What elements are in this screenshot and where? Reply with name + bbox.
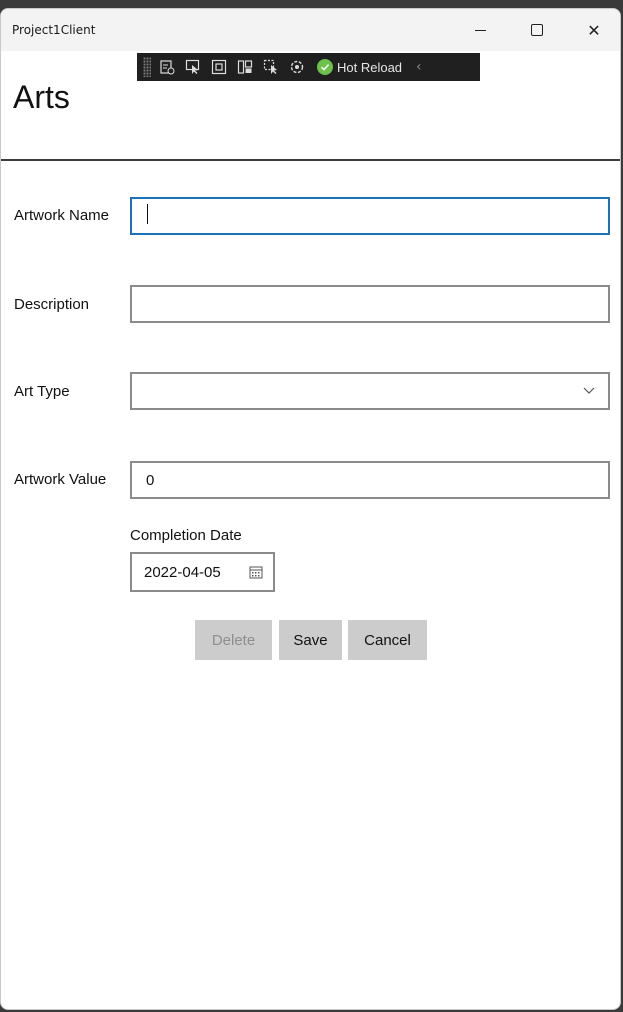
- completion-date-value: 2022-04-05: [144, 563, 221, 581]
- maximize-button[interactable]: [514, 9, 560, 51]
- text-caret: [147, 204, 148, 224]
- collapse-chevron-icon[interactable]: ‹: [416, 59, 422, 75]
- art-type-label: Art Type: [14, 383, 70, 400]
- completion-date-picker[interactable]: 2022-04-05: [130, 552, 275, 592]
- minimize-button[interactable]: [457, 9, 503, 51]
- maximize-icon: [531, 24, 543, 36]
- close-icon: ✕: [587, 20, 601, 40]
- xaml-hot-reload-settings-icon[interactable]: [289, 59, 305, 75]
- completion-date-label: Completion Date: [130, 527, 242, 544]
- cancel-button[interactable]: Cancel: [348, 620, 427, 660]
- chevron-down-icon: [583, 387, 595, 394]
- description-label: Description: [14, 296, 90, 313]
- title-bar[interactable]: Project1Client ✕: [1, 9, 620, 51]
- check-icon: [317, 59, 333, 75]
- artwork-name-label: Artwork Name: [14, 207, 110, 224]
- live-visual-tree-icon[interactable]: [159, 59, 175, 75]
- track-focused-element-icon[interactable]: [237, 59, 253, 75]
- page-title: Arts: [13, 79, 70, 115]
- app-title: Project1Client: [12, 23, 96, 37]
- artwork-value-label: Artwork Value: [14, 471, 107, 488]
- delete-button[interactable]: Delete: [195, 620, 272, 660]
- description-input[interactable]: [130, 285, 610, 323]
- hot-reload-label: Hot Reload: [337, 59, 403, 75]
- artwork-value-input[interactable]: [130, 461, 610, 499]
- save-button[interactable]: Save: [279, 620, 342, 660]
- hot-reload-status[interactable]: Hot Reload: [317, 59, 402, 75]
- hot-reload-toolbar: Hot Reload ‹: [137, 53, 480, 81]
- binding-failures-icon[interactable]: [263, 59, 279, 75]
- minimize-icon: [474, 29, 486, 31]
- art-type-combobox[interactable]: [130, 372, 610, 410]
- title-divider: [1, 159, 620, 161]
- display-layout-adorners-icon[interactable]: [211, 59, 227, 75]
- artwork-name-input[interactable]: [130, 197, 610, 235]
- calendar-icon: [249, 566, 263, 579]
- select-element-icon[interactable]: [185, 59, 201, 75]
- app-window: Project1Client ✕ Hot Reload ‹ Arts Artwo…: [0, 8, 621, 1010]
- close-button[interactable]: ✕: [571, 9, 617, 51]
- toolbar-grip[interactable]: [143, 57, 151, 77]
